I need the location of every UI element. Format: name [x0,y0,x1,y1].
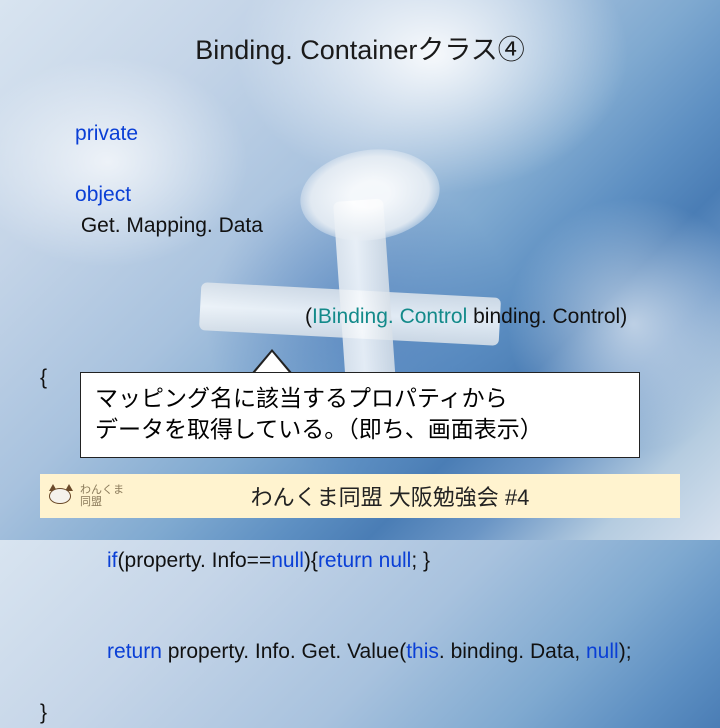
space [75,153,81,176]
brace-close: } [40,698,680,728]
param-name: binding. Control) [467,305,627,328]
footer-title: わんくま同盟 大阪勉強会 #4 [160,480,680,512]
keyword-return-2: return [107,640,162,663]
cat-icon [48,486,74,506]
line3-end: ; } [411,549,430,572]
code-line-params: (IBinding. Control binding. Control) [40,272,680,363]
code-line-3: if(property. Info==null){return null; } [40,515,680,606]
cond-b: ){ [304,549,318,572]
slide-content: Binding. Containerクラス④ private object Ge… [0,0,720,540]
line4-b: . binding. Data, [439,640,586,663]
keyword-object: object [75,183,131,206]
keyword-if: if [107,549,118,572]
callout-box: マッピング名に該当するプロパティから データを取得している。（即ち、画面表示） [80,372,640,458]
slide-title: Binding. Containerクラス④ [40,28,680,67]
keyword-this: this [406,640,439,663]
footer-logo: わんくま 同盟 [40,474,160,518]
line4-a: property. Info. Get. Value( [162,640,406,663]
footer-bar: わんくま 同盟 わんくま同盟 大阪勉強会 #4 [40,474,680,518]
cond-a: (property. Info== [118,549,272,572]
keyword-private: private [75,122,138,145]
keyword-null-3: null [586,640,619,663]
code-line-signature: private object Get. Mapping. Data [40,89,680,272]
callout-line-1: マッピング名に該当するプロパティから [95,383,625,414]
logo-text-2: 同盟 [80,496,124,508]
keyword-null-1: null [271,549,304,572]
code-line-4: return property. Info. Get. Value(this. … [40,606,680,697]
line4-c: ); [619,640,632,663]
callout-line-2: データを取得している。（即ち、画面表示） [95,414,625,445]
logo-text-1: わんくま [80,484,124,496]
param-type: IBinding. Control [312,305,467,328]
method-name: Get. Mapping. Data [75,214,263,237]
keyword-null-2: null [379,549,412,572]
logo-text: わんくま 同盟 [80,484,124,508]
keyword-return-1: return [318,549,373,572]
paren-open: ( [305,305,312,328]
